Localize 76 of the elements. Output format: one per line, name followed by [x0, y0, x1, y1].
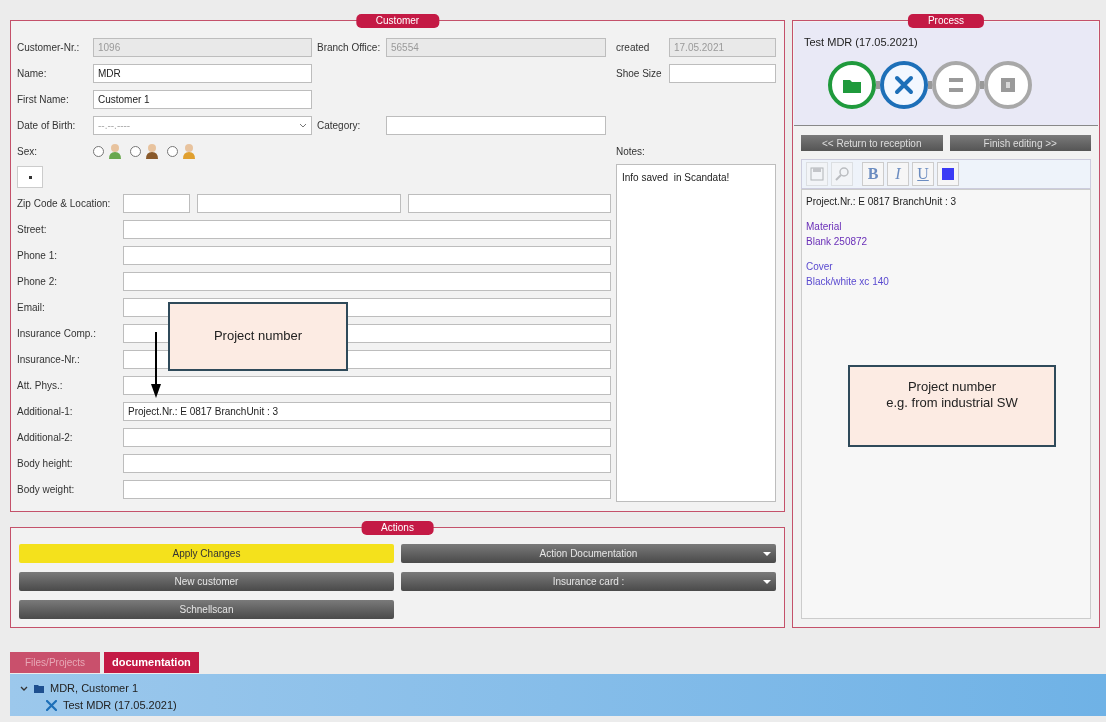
person-icon	[182, 143, 196, 159]
text-field[interactable]	[669, 63, 776, 83]
caret-icon	[763, 552, 771, 556]
toolbar-button[interactable]: B	[862, 162, 884, 186]
tree-item[interactable]: MDR, Customer 1	[50, 680, 139, 697]
text-field[interactable]	[123, 427, 611, 447]
field-label: created	[616, 40, 651, 55]
callout-tooltip: Project number e.g. from industrial SW	[848, 365, 1056, 447]
text-field[interactable]	[123, 193, 190, 213]
field-label: Name:	[17, 66, 48, 81]
toolbar-button[interactable]	[937, 162, 959, 186]
field-label: Phone 2:	[17, 274, 59, 289]
radio-button[interactable]	[167, 145, 178, 157]
caret-icon	[763, 580, 771, 584]
chevron-down-icon	[299, 121, 307, 129]
tree-item[interactable]: Test MDR (17.05.2021)	[63, 697, 177, 714]
process-button[interactable]: << Return to reception	[801, 135, 943, 151]
field-label: Sex:	[17, 144, 38, 159]
field-label: Phone 1:	[17, 248, 59, 263]
text-field[interactable]	[123, 453, 611, 473]
small-dropdown[interactable]	[17, 166, 43, 188]
text-field[interactable]	[123, 245, 611, 265]
toolbar-button[interactable]: I	[887, 162, 909, 186]
project-title: Test MDR (17.05.2021)	[804, 35, 918, 50]
radio-button[interactable]	[130, 145, 141, 157]
tab[interactable]: documentation	[104, 652, 199, 673]
editor-paragraph: Cover Black/white xc 140	[806, 260, 889, 289]
editor-paragraph: Project.Nr.: E 0817 BranchUnit : 3	[806, 195, 957, 209]
text-field[interactable]: Customer 1	[93, 89, 312, 109]
notes-field[interactable]: Info saved in Scandata!	[616, 164, 776, 502]
field-label: Date of Birth:	[17, 118, 77, 133]
field-label: Body weight:	[17, 482, 76, 497]
field-label: Category:	[316, 118, 362, 133]
field-label: Att. Phys.:	[17, 378, 64, 393]
field-label: Shoe Size	[616, 66, 663, 81]
field-label: Zip Code & Location:	[17, 196, 112, 211]
panel-title: Actions	[361, 521, 434, 535]
tools-icon	[46, 700, 57, 711]
text-field[interactable]	[123, 219, 611, 239]
field-label: Insurance Comp.:	[17, 326, 97, 341]
field-label: Additional-2:	[17, 430, 74, 445]
text-field[interactable]	[386, 115, 606, 135]
text-field[interactable]	[123, 271, 611, 291]
field-label: Body height:	[17, 456, 74, 471]
toolbar-button[interactable]: U	[912, 162, 934, 186]
action-button[interactable]: New customer	[19, 572, 394, 591]
field-label: First Name:	[17, 92, 70, 107]
panel-title: Customer	[355, 14, 440, 28]
person-icon	[108, 143, 122, 159]
radio-button[interactable]	[93, 145, 104, 157]
text-field[interactable]	[197, 193, 401, 213]
arrow-tooltip	[151, 332, 161, 398]
person-icon	[145, 143, 159, 159]
action-button[interactable]: Schnellscan	[19, 600, 394, 619]
field-label: Email:	[17, 300, 46, 315]
field-label: Additional-1:	[17, 404, 74, 419]
process-button[interactable]: Finish editing >>	[949, 135, 1091, 151]
panel-title: Process	[907, 14, 985, 28]
action-button[interactable]: Apply Changes	[19, 544, 394, 563]
text-field[interactable]: Project.Nr.: E 0817 BranchUnit : 3	[123, 401, 611, 421]
field-label: Customer-Nr.:	[17, 40, 81, 55]
folder-icon	[34, 684, 44, 693]
field-label: Branch Office:	[316, 40, 382, 55]
text-field[interactable]: MDR	[93, 63, 312, 83]
text-field[interactable]	[408, 193, 611, 213]
action-button[interactable]: Action Documentation	[401, 544, 776, 563]
search-icon	[835, 167, 849, 181]
text-field[interactable]	[123, 375, 611, 395]
field-label: Notes:	[616, 144, 645, 159]
action-button[interactable]: Insurance card :	[401, 572, 776, 591]
text-field[interactable]	[123, 479, 611, 499]
field-label: Street:	[17, 222, 48, 237]
editor-paragraph: Material Blank 250872	[806, 220, 868, 249]
field-label: Insurance-Nr.:	[17, 352, 81, 367]
save-icon	[810, 167, 824, 181]
callout-tooltip: Project number	[168, 302, 348, 371]
